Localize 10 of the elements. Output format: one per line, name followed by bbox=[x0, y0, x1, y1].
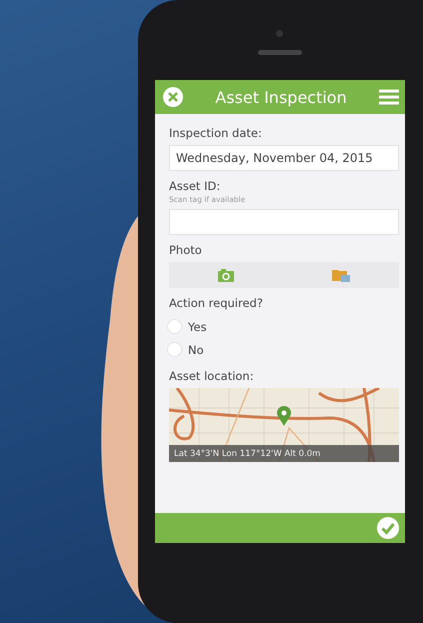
field-label: Inspection date: bbox=[169, 126, 263, 140]
radio-label: No bbox=[188, 342, 204, 356]
field-label: Photo bbox=[169, 243, 203, 257]
field-label: Asset location: bbox=[169, 369, 255, 383]
field-label: Action required? bbox=[169, 296, 264, 310]
radio-label: Yes bbox=[188, 320, 207, 334]
field-label: Asset ID: bbox=[169, 179, 222, 193]
input-field[interactable]: Wednesday, November 04, 2015 bbox=[169, 145, 399, 171]
map-coordinates: Lat 34°3'N Lon 117°12'W Alt 0.0m bbox=[169, 445, 399, 462]
header-title: Asset Inspection bbox=[214, 88, 348, 106]
